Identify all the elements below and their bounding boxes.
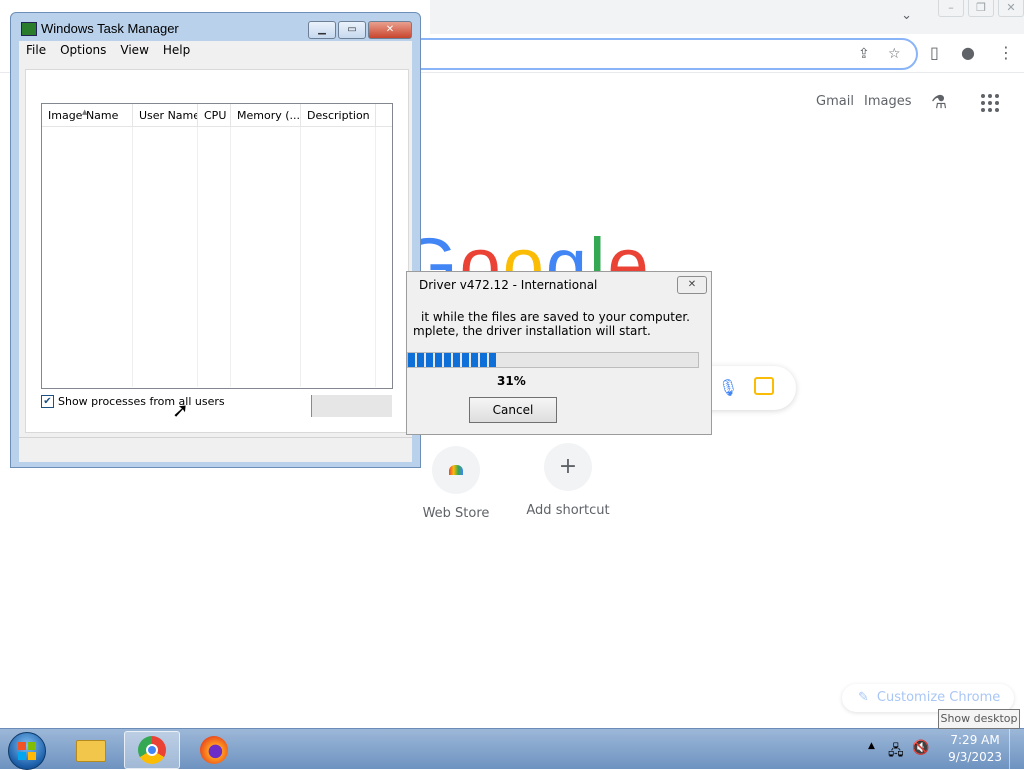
close-button[interactable]: ✕ <box>677 276 707 294</box>
show-hidden-icons-arrow-icon[interactable]: ▲ <box>868 741 875 751</box>
clock-time: 7:29 AM <box>950 733 1000 747</box>
start-button[interactable] <box>8 732 46 770</box>
maximize-button[interactable]: ▭ <box>338 21 366 39</box>
gmail-link[interactable]: Gmail <box>816 94 854 109</box>
dialog-title: Driver v472.12 - International <box>419 278 598 292</box>
webstore-icon <box>432 446 480 494</box>
apps-grid-icon[interactable] <box>981 94 999 112</box>
voice-search-icon[interactable]: 🎙 <box>718 378 738 397</box>
menu-file[interactable]: File <box>19 41 53 59</box>
end-process-button[interactable] <box>311 395 392 417</box>
menu-help[interactable]: Help <box>156 41 197 59</box>
labs-flask-icon[interactable]: ⚗ <box>931 92 947 113</box>
progress-segment <box>435 353 442 367</box>
windows-logo-icon <box>18 742 36 760</box>
process-list-header: ▲ Image Name User Name CPU Memory (... De… <box>42 104 392 127</box>
restore-button[interactable]: ❐ <box>968 0 994 17</box>
address-bar[interactable]: ⇪ ☆ <box>380 38 918 70</box>
driver-extract-dialog: Driver v472.12 - International ✕ it whil… <box>406 271 712 435</box>
caption-buttons: ▁ ▭ ✕ <box>306 21 412 39</box>
images-link[interactable]: Images <box>864 94 912 109</box>
close-button[interactable]: ✕ <box>998 0 1024 17</box>
menu-options[interactable]: Options <box>53 41 113 59</box>
progress-percent: 31% <box>497 374 526 388</box>
progress-segment <box>417 353 424 367</box>
progress-segment <box>426 353 433 367</box>
clock[interactable]: 7:29 AM 9/3/2023 <box>948 732 1002 766</box>
progress-bar <box>407 352 699 368</box>
search-box[interactable] <box>700 366 796 410</box>
mouse-pointer-icon: ➚ <box>172 398 189 422</box>
task-manager-body: ▲ Image Name User Name CPU Memory (... De… <box>19 61 412 437</box>
checkbox-check-icon[interactable]: ✔ <box>41 395 54 408</box>
taskbar-chrome[interactable] <box>124 731 180 769</box>
folder-icon <box>76 740 106 762</box>
status-bar <box>19 437 412 462</box>
show-desktop-button[interactable] <box>1009 729 1024 769</box>
taskbar: ▲ 🖧 🔇 7:29 AM 9/3/2023 <box>0 728 1024 770</box>
column-description[interactable]: Description <box>301 104 376 126</box>
shortcut-web-store[interactable]: Web Store <box>406 446 506 521</box>
tab-search-chevron-icon[interactable]: ⌄ <box>901 8 912 23</box>
clock-date: 9/3/2023 <box>948 750 1002 764</box>
close-button[interactable]: ✕ <box>368 21 412 39</box>
sort-ascending-icon: ▲ <box>82 108 88 116</box>
progress-segment <box>444 353 451 367</box>
chrome-icon <box>138 736 166 764</box>
progress-segment <box>408 353 415 367</box>
side-panel-icon[interactable]: ▯ <box>930 43 939 62</box>
progress-segment <box>489 353 496 367</box>
lens-camera-icon[interactable] <box>754 377 774 395</box>
browser-window-controls: – ❐ ✕ <box>934 0 1024 17</box>
progress-segment <box>480 353 487 367</box>
minimize-button[interactable]: ▁ <box>308 21 336 39</box>
firefox-icon <box>200 736 228 764</box>
network-icon[interactable]: 🖧 <box>888 740 904 764</box>
customize-chrome-button[interactable]: ✎ Customize Chrome <box>842 684 1014 712</box>
add-plus-icon: + <box>544 443 592 491</box>
cancel-button[interactable]: Cancel <box>469 397 557 423</box>
profile-avatar-icon[interactable]: ● <box>961 43 975 62</box>
menu-kebab-icon[interactable]: ⋮ <box>998 43 1014 62</box>
minimize-button[interactable]: – <box>938 0 964 17</box>
progress-segment <box>471 353 478 367</box>
task-manager-app-icon <box>21 22 37 36</box>
menu-bar: File Options View Help <box>19 41 412 61</box>
task-manager-window: Windows Task Manager ▁ ▭ ✕ File Options Vi… <box>10 12 421 468</box>
dialog-message: it while the files are saved to your com… <box>413 310 690 338</box>
column-user-name[interactable]: User Name <box>133 104 198 126</box>
column-cpu[interactable]: CPU <box>198 104 231 126</box>
window-title: Windows Task Manager <box>41 21 179 36</box>
show-all-users-checkbox[interactable]: ✔ Show processes from all users <box>41 395 225 408</box>
pencil-icon: ✎ <box>858 690 869 705</box>
column-image-name[interactable]: ▲ Image Name <box>42 104 133 126</box>
bookmark-star-icon[interactable]: ☆ <box>888 46 901 62</box>
share-icon[interactable]: ⇪ <box>858 46 870 62</box>
column-memory[interactable]: Memory (... <box>231 104 301 126</box>
show-desktop-tooltip: Show desktop <box>938 709 1020 729</box>
volume-muted-icon[interactable]: 🔇 <box>912 740 929 756</box>
progress-segment <box>462 353 469 367</box>
shortcut-add[interactable]: + Add shortcut <box>518 443 618 518</box>
taskbar-explorer[interactable] <box>62 731 116 767</box>
taskbar-firefox[interactable] <box>186 731 240 767</box>
menu-view[interactable]: View <box>113 41 155 59</box>
process-list[interactable]: ▲ Image Name User Name CPU Memory (... De… <box>41 103 393 389</box>
progress-fill <box>408 353 698 367</box>
progress-segment <box>453 353 460 367</box>
